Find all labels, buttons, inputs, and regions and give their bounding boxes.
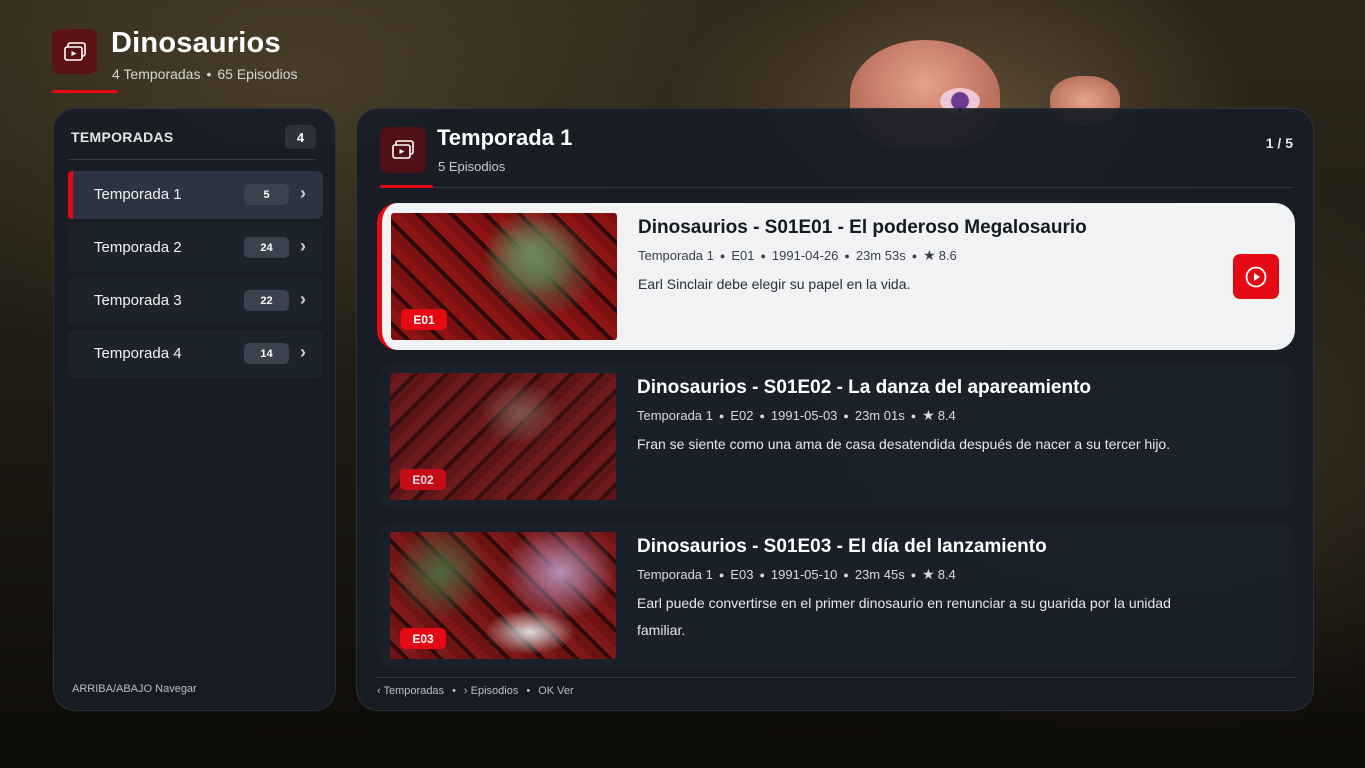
episode-rating: 8.4 bbox=[937, 567, 956, 582]
episode-season: Temporada 1 bbox=[638, 248, 714, 263]
episode-code: E01 bbox=[731, 248, 755, 263]
season-list: Temporada 1 5 › Temporada 2 24 › Tempora… bbox=[68, 171, 323, 383]
chevron-right-icon: › bbox=[300, 342, 306, 362]
separator: • bbox=[206, 66, 212, 82]
episode-meta: Temporada 1 ● E02 ● 1991-05-03 ● 23m 01s… bbox=[637, 407, 956, 424]
series-icon bbox=[380, 127, 426, 173]
separator: ● bbox=[911, 250, 918, 261]
page-indicator: 1 / 5 bbox=[1265, 135, 1293, 151]
episode-duration: 23m 45s bbox=[854, 567, 905, 582]
season-episode-count: 5 bbox=[244, 184, 289, 205]
episode-card-2[interactable]: E02 Dinosaurios - S01E02 - La danza del … bbox=[377, 363, 1295, 510]
season-item-1[interactable]: Temporada 1 5 › bbox=[68, 171, 323, 219]
season-episode-total: 5 Episodios bbox=[438, 159, 506, 174]
season-item-4[interactable]: Temporada 4 14 › bbox=[68, 330, 323, 378]
hint-episodes: › Episodios bbox=[463, 685, 519, 697]
episode-meta: Temporada 1 ● E01 ● 1991-04-26 ● 23m 53s… bbox=[638, 247, 957, 264]
episode-badge: E02 bbox=[400, 469, 446, 490]
episode-thumbnail: E01 bbox=[391, 213, 617, 340]
separator: ● bbox=[719, 250, 726, 261]
seasons-count-badge: 4 bbox=[285, 125, 316, 149]
episode-season: Temporada 1 bbox=[637, 567, 713, 582]
season-label: Temporada 3 bbox=[94, 292, 182, 309]
hint-seasons: ‹ Temporadas bbox=[377, 685, 445, 697]
separator: • bbox=[526, 685, 531, 697]
season-label: Temporada 2 bbox=[94, 239, 182, 256]
episode-card-3[interactable]: E03 Dinosaurios - S01E03 - El día del la… bbox=[377, 522, 1295, 669]
star-icon: ★ bbox=[923, 247, 936, 263]
play-icon bbox=[1245, 266, 1267, 287]
title-underline bbox=[380, 185, 433, 188]
episode-duration: 23m 53s bbox=[855, 248, 906, 263]
hint-ok: OK Ver bbox=[538, 685, 574, 697]
season-label: Temporada 1 bbox=[94, 186, 182, 203]
play-button[interactable] bbox=[1233, 254, 1279, 299]
episode-thumbnail: E02 bbox=[390, 373, 616, 500]
separator: ● bbox=[759, 410, 765, 421]
season-title: Temporada 1 bbox=[437, 125, 573, 150]
seasons-count: 4 Temporadas bbox=[112, 66, 201, 82]
chevron-right-icon: › bbox=[300, 289, 306, 309]
series-summary: 4 Temporadas • 65 Episodios bbox=[112, 66, 298, 82]
divider bbox=[68, 159, 316, 160]
episode-rating: 8.4 bbox=[937, 408, 956, 423]
navigation-hint: ARRIBA/ABAJO Navegar bbox=[72, 683, 197, 695]
season-label: Temporada 4 bbox=[94, 345, 182, 362]
separator: ● bbox=[843, 410, 849, 421]
divider bbox=[377, 677, 1295, 678]
separator: ● bbox=[844, 250, 850, 261]
title-underline bbox=[52, 90, 118, 93]
episodes-count: 65 Episodios bbox=[217, 66, 298, 82]
divider bbox=[433, 187, 1293, 188]
season-episode-count: 14 bbox=[244, 343, 289, 364]
episode-title: Dinosaurios - S01E03 - El día del lanzam… bbox=[637, 536, 1047, 557]
episode-date: 1991-04-26 bbox=[771, 248, 839, 263]
chevron-right-icon: › bbox=[300, 183, 306, 203]
episode-card-1[interactable]: E01 Dinosaurios - S01E01 - El poderoso M… bbox=[377, 203, 1295, 350]
episode-meta: Temporada 1 ● E03 ● 1991-05-10 ● 23m 45s… bbox=[637, 566, 956, 583]
separator: ● bbox=[843, 569, 849, 580]
episode-title: Dinosaurios - S01E02 - La danza del apar… bbox=[637, 377, 1092, 398]
season-episode-count: 24 bbox=[244, 237, 289, 258]
episodes-panel: Temporada 1 5 Episodios 1 / 5 E01 Dinosa… bbox=[356, 108, 1314, 711]
episode-badge: E01 bbox=[401, 309, 447, 330]
episode-description: Earl Sinclair debe elegir su papel en la… bbox=[638, 276, 911, 292]
episode-date: 1991-05-10 bbox=[770, 567, 838, 582]
episode-badge: E03 bbox=[400, 628, 446, 649]
episode-title: Dinosaurios - S01E01 - El poderoso Megal… bbox=[638, 217, 1087, 238]
episode-description: Earl puede convertirse en el primer dino… bbox=[637, 595, 1171, 638]
page-title: Dinosaurios bbox=[111, 27, 281, 59]
separator: ● bbox=[759, 569, 765, 580]
episode-code: E03 bbox=[730, 567, 754, 582]
chevron-right-icon: › bbox=[300, 236, 306, 256]
episode-thumbnail: E03 bbox=[390, 532, 616, 659]
season-item-2[interactable]: Temporada 2 24 › bbox=[68, 224, 323, 272]
separator: ● bbox=[760, 250, 766, 261]
separator: ● bbox=[910, 569, 917, 580]
separator: ● bbox=[718, 410, 725, 421]
episode-description: Fran se siente como una ama de casa desa… bbox=[637, 436, 1171, 452]
episode-date: 1991-05-03 bbox=[770, 408, 838, 423]
episode-rating: 8.6 bbox=[938, 248, 957, 263]
series-icon bbox=[52, 29, 97, 74]
season-episode-count: 22 bbox=[244, 290, 289, 311]
separator: • bbox=[452, 685, 456, 697]
key-hints: ‹ Temporadas • › Episodios • OK Ver bbox=[377, 685, 574, 697]
star-icon: ★ bbox=[922, 566, 935, 582]
episode-season: Temporada 1 bbox=[637, 408, 713, 423]
seasons-panel: TEMPORADAS 4 Temporada 1 5 › Temporada 2… bbox=[53, 108, 336, 711]
episode-duration: 23m 01s bbox=[854, 408, 905, 423]
separator: ● bbox=[718, 569, 725, 580]
episode-code: E02 bbox=[730, 408, 754, 423]
star-icon: ★ bbox=[922, 407, 935, 423]
seasons-heading: TEMPORADAS bbox=[71, 129, 174, 145]
separator: ● bbox=[910, 410, 917, 421]
season-item-3[interactable]: Temporada 3 22 › bbox=[68, 277, 323, 325]
